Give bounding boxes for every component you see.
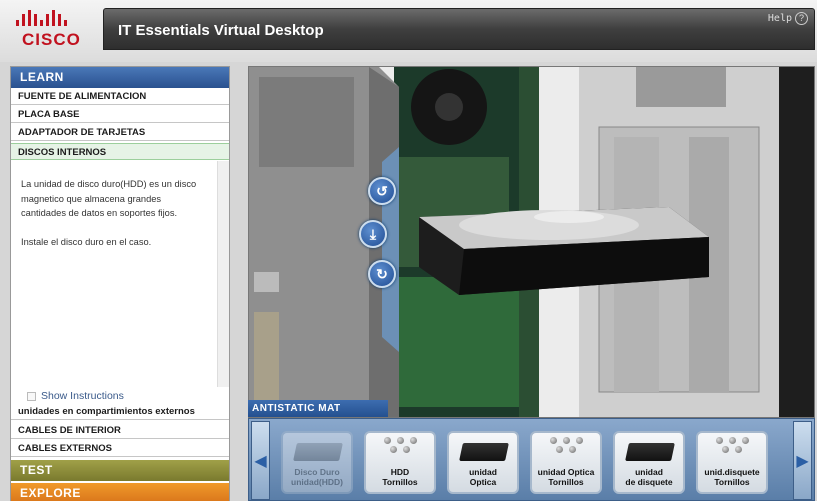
tray-item-optical-screws[interactable]: unidad Optica Tornillos: [530, 431, 602, 494]
test-section-header[interactable]: TEST: [11, 460, 229, 481]
antistatic-mat-label: ANTISTATIC MAT: [248, 400, 388, 417]
app-title: IT Essentials Virtual Desktop: [118, 22, 324, 39]
pc-case-illustration: [249, 67, 814, 417]
nav-item-unidades-externos[interactable]: unidades en compartimientos externos: [11, 403, 229, 420]
tray-item-label: Disco Duro: [294, 467, 340, 477]
tray-item-sublabel: Tornillos: [548, 477, 584, 487]
nav-item-cables-interior[interactable]: CABLES DE INTERIOR: [11, 422, 229, 439]
tray-scroll-left-icon[interactable]: ◀: [251, 421, 270, 500]
screws-icon: [366, 437, 434, 467]
screws-icon: [698, 437, 766, 467]
tray-item-floppy-drive[interactable]: unidad de disquete: [613, 431, 685, 494]
screws-icon: [532, 437, 600, 467]
tray-item-optical-drive[interactable]: unidad Optica: [447, 431, 519, 494]
floppy-drive-icon: [615, 437, 683, 467]
tray-item-sublabel: Tornillos: [714, 477, 750, 487]
tray-item-sublabel: unidad(HDD): [291, 477, 343, 487]
description-box: La unidad de disco duro(HDD) es un disco…: [11, 161, 217, 387]
help-icon: ?: [795, 12, 808, 25]
tray-item-label: unid.disquete: [704, 467, 760, 477]
cisco-bars-icon: [16, 10, 67, 26]
tray-item-label: HDD: [390, 467, 410, 477]
show-instructions-label: Show Instructions: [41, 390, 124, 402]
nav-item-adaptador[interactable]: ADAPTADOR DE TARJETAS: [11, 124, 229, 141]
left-panel: LEARN FUENTE DE ALIMENTACION PLACA BASE …: [10, 66, 230, 501]
tray-item-floppy-screws[interactable]: unid.disquete Tornillos: [696, 431, 768, 494]
cisco-logo: CISCO: [14, 8, 88, 50]
tray-item-label: unidad: [469, 467, 497, 477]
nav-item-fuente[interactable]: FUENTE DE ALIMENTACION: [11, 88, 229, 105]
description-text-1: La unidad de disco duro(HDD) es un disco…: [21, 179, 197, 218]
learn-section-header[interactable]: LEARN: [11, 67, 229, 88]
tray-scroll-right-icon[interactable]: ▶: [793, 421, 812, 500]
tray-item-sublabel: Optica: [469, 477, 497, 487]
nav-item-discos-internos[interactable]: DISCOS INTERNOS: [11, 143, 229, 160]
pc-case-3d-view[interactable]: ↺ ⤓ ↻: [248, 66, 815, 418]
explore-section-header[interactable]: EXPLORE: [11, 483, 229, 501]
header: CISCO IT Essentials Virtual Desktop Help…: [0, 0, 817, 62]
logo-wordmark: CISCO: [22, 30, 81, 49]
tray-item-hdd-screws[interactable]: HDD Tornillos: [364, 431, 436, 494]
tray-item-hdd[interactable]: Disco Duro unidad(HDD): [281, 431, 353, 494]
install-download-icon[interactable]: ⤓: [359, 220, 387, 248]
antistatic-mat-tray: ◀ Disco Duro unidad(HDD) HDD Tornillos u…: [248, 418, 815, 501]
optical-drive-icon: [449, 437, 517, 467]
tray-item-sublabel: Tornillos: [382, 477, 418, 487]
title-bar: IT Essentials Virtual Desktop Help ?: [103, 8, 815, 50]
rotate-right-icon[interactable]: ↻: [368, 260, 396, 288]
rotate-left-icon[interactable]: ↺: [368, 177, 396, 205]
show-instructions-toggle[interactable]: Show Instructions: [27, 390, 124, 402]
checkbox-icon[interactable]: [27, 391, 36, 401]
help-label: Help: [767, 13, 792, 24]
help-button[interactable]: Help ?: [768, 12, 808, 25]
nav-item-placa-base[interactable]: PLACA BASE: [11, 106, 229, 123]
description-scrollbar[interactable]: [217, 161, 229, 387]
nav-item-cables-externos[interactable]: CABLES EXTERNOS: [11, 440, 229, 457]
tray-item-label: unidad: [635, 467, 663, 477]
hdd-icon: [283, 437, 351, 467]
description-text-2: Instale el disco duro en el caso.: [21, 236, 152, 247]
tray-item-label: unidad Optica: [537, 467, 595, 477]
tray-item-sublabel: de disquete: [625, 477, 673, 487]
